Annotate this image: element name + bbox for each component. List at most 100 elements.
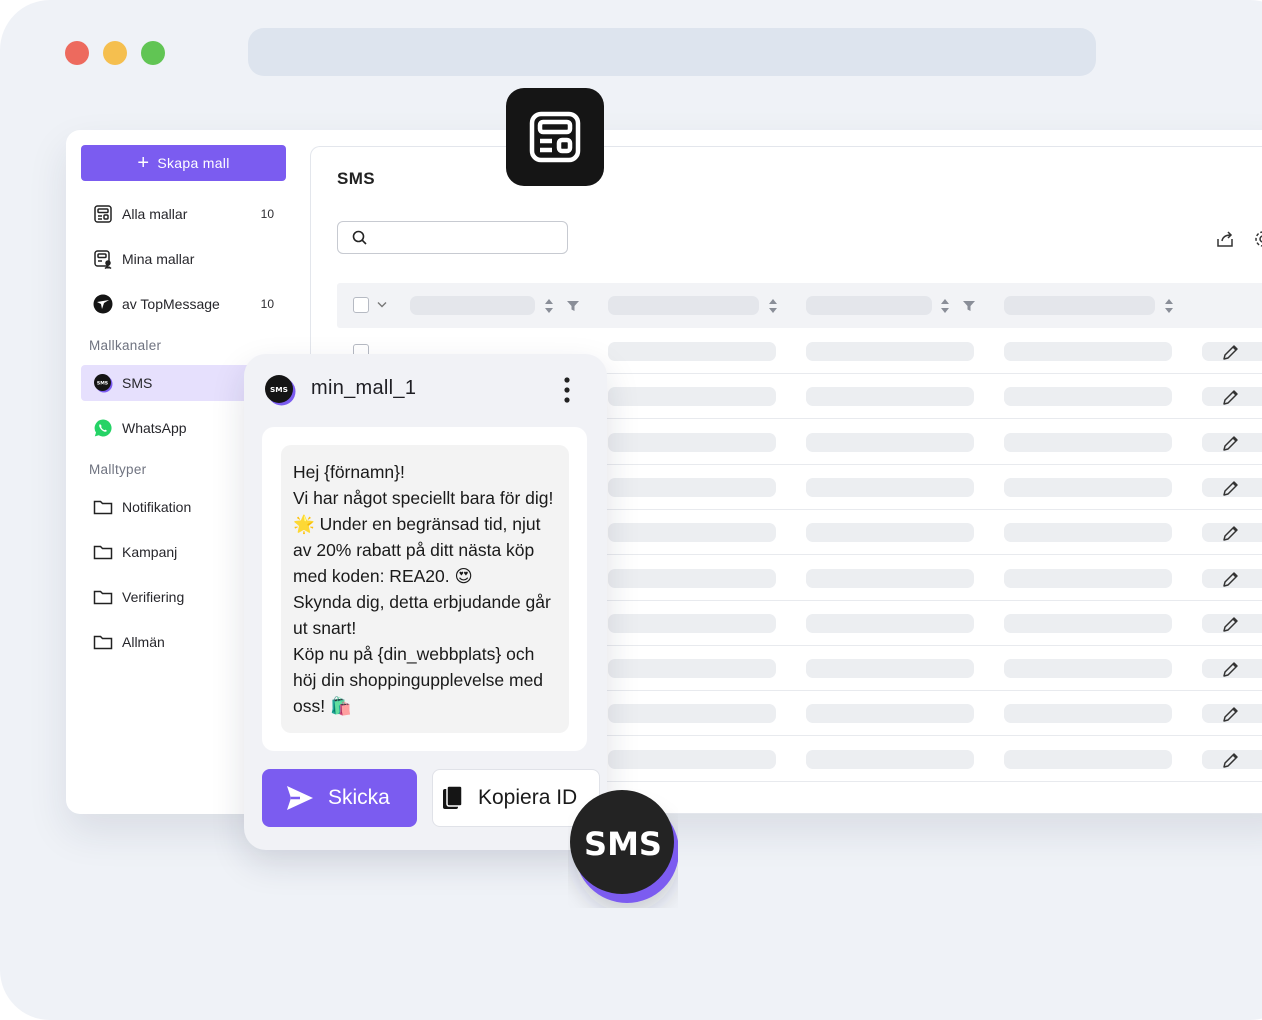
- folder-icon: [93, 587, 113, 607]
- create-template-label: Skapa mall: [157, 155, 230, 171]
- cell-placeholder: [608, 704, 776, 724]
- sort-icon[interactable]: [768, 298, 778, 314]
- cell-placeholder: [806, 432, 974, 452]
- sidebar-item-sms[interactable]: SMS SMS: [81, 365, 261, 401]
- sort-icon[interactable]: [544, 298, 554, 314]
- sort-icon[interactable]: [1164, 298, 1174, 314]
- cell-placeholder: [806, 568, 974, 588]
- template-name: min_mall_1: [311, 377, 417, 399]
- templates-icon: [529, 111, 581, 163]
- cell-placeholder: [1004, 342, 1172, 361]
- window-maximize-dot[interactable]: [141, 41, 165, 65]
- sidebar-item-label: Allmän: [122, 634, 165, 650]
- cell-placeholder: [1004, 613, 1172, 633]
- filter-icon[interactable]: [963, 300, 975, 312]
- sidebar-item-label: Verifiering: [122, 589, 185, 605]
- cell-placeholder: [608, 613, 776, 633]
- types-heading: Malltyper: [89, 462, 147, 477]
- message-container: Hej {förnamn}! Vi har något speciellt ba…: [262, 427, 587, 751]
- item-count: 10: [260, 297, 274, 311]
- edit-icon[interactable]: [1221, 704, 1241, 724]
- window-minimize-dot[interactable]: [103, 41, 127, 65]
- sms-avatar: SMS: [265, 375, 296, 406]
- cell-placeholder: [806, 342, 974, 361]
- channels-heading: Mallkanaler: [89, 338, 162, 353]
- template-logo-tile: [506, 88, 604, 186]
- item-count: 10: [260, 207, 274, 221]
- edit-icon[interactable]: [1221, 387, 1241, 407]
- folder-icon: [93, 632, 113, 652]
- cell-placeholder: [608, 523, 776, 543]
- copy-id-label: Kopiera ID: [478, 786, 578, 809]
- cell-placeholder: [1004, 659, 1172, 679]
- edit-icon[interactable]: [1221, 614, 1241, 634]
- table-header: [337, 283, 1262, 328]
- cell-placeholder: [806, 523, 974, 543]
- sms-badge: SMS: [570, 790, 678, 903]
- sidebar-item-label: av TopMessage: [122, 296, 220, 312]
- create-template-button[interactable]: + Skapa mall: [81, 145, 286, 181]
- topmessage-logo-icon: [93, 294, 113, 314]
- cell-placeholder: [608, 749, 776, 769]
- sms-avatar-text: SMS: [270, 385, 288, 394]
- edit-icon[interactable]: [1221, 342, 1241, 362]
- export-icon[interactable]: [1215, 229, 1235, 249]
- send-label: Skicka: [328, 786, 390, 809]
- sms-badge-text: SMS: [584, 825, 662, 863]
- edit-icon[interactable]: [1221, 478, 1241, 498]
- edit-icon[interactable]: [1221, 433, 1241, 453]
- sms-channel-icon: SMS: [93, 373, 113, 393]
- gear-icon[interactable]: [1253, 229, 1262, 249]
- search-input[interactable]: [337, 221, 568, 254]
- cell-placeholder: [608, 432, 776, 452]
- cell-placeholder: [806, 749, 974, 769]
- cell-placeholder: [1004, 387, 1172, 407]
- folder-icon: [93, 542, 113, 562]
- cell-placeholder: [806, 477, 974, 497]
- sidebar-item-all-templates[interactable]: Alla mallar 10: [81, 196, 286, 232]
- edit-icon[interactable]: [1221, 750, 1241, 770]
- template-preview-card: SMS min_mall_1 Hej {förnamn}! Vi har någ…: [244, 354, 607, 850]
- cell-placeholder: [608, 568, 776, 588]
- message-bubble: Hej {förnamn}! Vi har något speciellt ba…: [281, 445, 569, 733]
- cell-placeholder: [1004, 568, 1172, 588]
- sort-icon[interactable]: [940, 298, 950, 314]
- cell-placeholder: [1004, 477, 1172, 497]
- cell-placeholder: [806, 387, 974, 407]
- sidebar-item-label: Mina mallar: [122, 251, 195, 267]
- cell-placeholder: [1004, 523, 1172, 543]
- sidebar-item-my-templates[interactable]: Mina mallar: [81, 241, 286, 277]
- select-all-checkbox[interactable]: [353, 297, 369, 313]
- more-options-icon[interactable]: [562, 376, 572, 404]
- cell-placeholder: [608, 342, 776, 361]
- cell-placeholder: [608, 659, 776, 679]
- cell-placeholder: [1004, 432, 1172, 452]
- edit-icon[interactable]: [1221, 659, 1241, 679]
- address-bar[interactable]: [248, 28, 1096, 76]
- send-icon: [287, 786, 313, 810]
- chevron-down-icon[interactable]: [377, 301, 387, 309]
- sidebar-item-label: WhatsApp: [122, 420, 187, 436]
- cell-placeholder: [1004, 704, 1172, 724]
- sidebar-item-label: Kampanj: [122, 544, 178, 560]
- folder-icon: [93, 497, 113, 517]
- cell-placeholder: [608, 477, 776, 497]
- sidebar-item-by-topmessage[interactable]: av TopMessage 10: [81, 286, 286, 322]
- column-header-placeholder: [806, 296, 932, 315]
- send-button[interactable]: Skicka: [262, 769, 417, 827]
- edit-icon[interactable]: [1221, 523, 1241, 543]
- filter-icon[interactable]: [567, 300, 579, 312]
- cell-placeholder: [608, 387, 776, 407]
- column-header-placeholder: [1004, 296, 1155, 315]
- whatsapp-icon: [93, 418, 113, 438]
- edit-icon[interactable]: [1221, 569, 1241, 589]
- cell-placeholder: [806, 704, 974, 724]
- sidebar-item-label: Alla mallar: [122, 206, 188, 222]
- cell-placeholder: [1004, 749, 1172, 769]
- cell-placeholder: [806, 613, 974, 633]
- sms-icon-text: SMS: [97, 380, 108, 386]
- sidebar-item-label: Notifikation: [122, 499, 192, 515]
- window-close-dot[interactable]: [65, 41, 89, 65]
- cell-placeholder: [806, 659, 974, 679]
- sidebar-item-label: SMS: [122, 375, 153, 391]
